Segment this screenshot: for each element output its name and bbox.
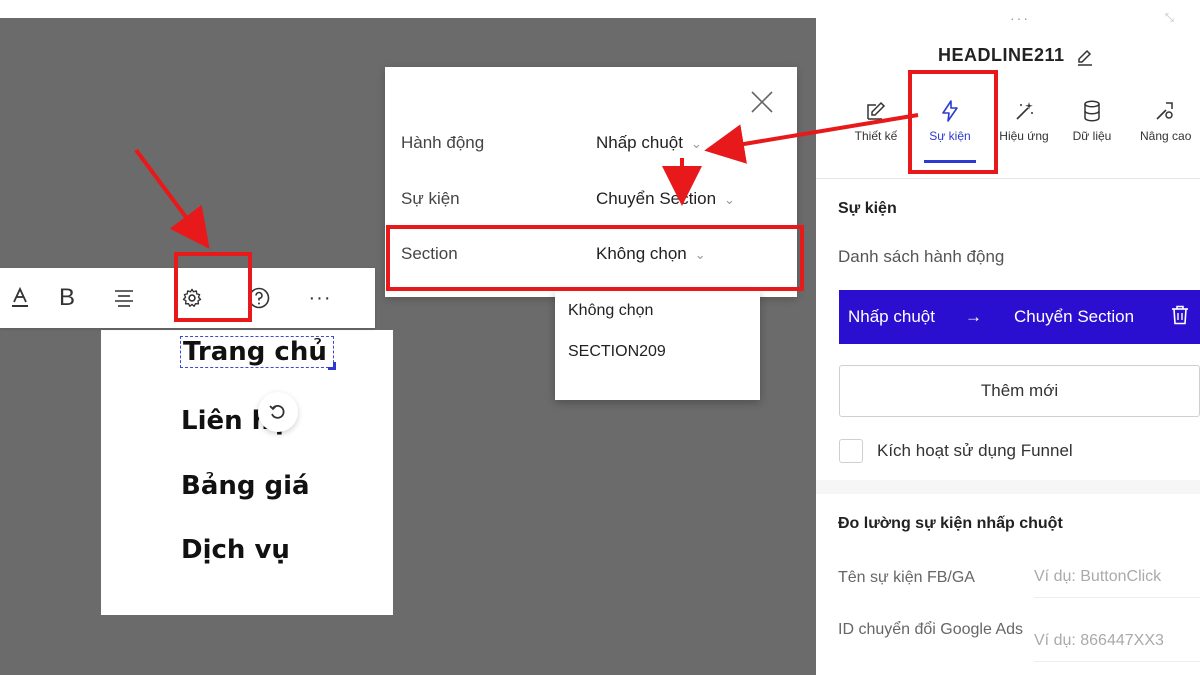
menu-item-label: Trang chủ <box>183 337 327 367</box>
tab-label: Hiệu ứng <box>999 129 1049 143</box>
section-dropdown: Không chọn SECTION209 <box>555 290 760 400</box>
chevron-down-icon: ⌄ <box>694 247 706 262</box>
menu-item-pricing[interactable]: Bảng giá <box>181 471 310 501</box>
more-icon: ··· <box>308 286 332 309</box>
lightning-icon <box>942 100 958 122</box>
delete-action-button[interactable] <box>1171 305 1189 330</box>
events-heading: Sự kiện <box>838 200 897 217</box>
more-button[interactable]: ··· <box>288 268 352 328</box>
funnel-toggle[interactable]: Kích hoạt sử dụng Funnel <box>839 438 1073 464</box>
help-button[interactable] <box>230 268 288 328</box>
collapse-icon[interactable]: ⤡ <box>1165 12 1174 25</box>
tab-label: Thiết kế <box>854 129 898 143</box>
tab-data[interactable]: Dữ liệu <box>1064 93 1120 163</box>
funnel-label: Kích hoạt sử dụng Funnel <box>877 441 1073 460</box>
section-value: Không chọn <box>596 244 687 263</box>
rotate-icon <box>269 404 285 419</box>
funnel-checkbox[interactable] <box>839 439 863 463</box>
menu-item-services[interactable]: Dịch vụ <box>181 535 290 565</box>
tab-advanced[interactable]: Nâng cao <box>1130 93 1200 163</box>
help-icon <box>248 287 270 309</box>
menu-item-home[interactable]: Trang chủ <box>180 336 336 370</box>
dropdown-option[interactable]: SECTION209 <box>568 343 666 361</box>
gear-icon <box>182 288 202 307</box>
pencil-icon <box>1078 49 1092 66</box>
google-ads-id-input[interactable]: Ví dụ: 866447XX3 <box>1034 622 1200 662</box>
add-action-button[interactable]: Thêm mới <box>839 365 1200 417</box>
tab-divider <box>816 178 1200 179</box>
action-list-label: Danh sách hành động <box>838 247 1005 266</box>
arrow-right-icon: → <box>965 307 982 326</box>
fb-ga-event-label: Tên sự kiện FB/GA <box>838 569 975 586</box>
database-icon <box>1084 100 1100 122</box>
tab-effects[interactable]: Hiệu ứng <box>992 93 1056 163</box>
close-button[interactable] <box>749 89 775 115</box>
section-label: Section <box>401 244 458 263</box>
action-select[interactable]: Nhấp chuột ⌄ <box>596 133 702 153</box>
menu-element[interactable]: Trang chủ Liên hệ Bảng giá Dịch vụ <box>101 330 393 615</box>
bold-icon: B <box>58 284 75 311</box>
text-toolbar: B ··· <box>0 268 375 328</box>
action-item[interactable]: Nhấp chuột → Chuyển Section <box>839 290 1200 344</box>
active-tab-indicator <box>924 160 976 163</box>
bold-button[interactable]: B <box>40 268 94 328</box>
event-popup: Hành động Nhấp chuột ⌄ Sự kiện Chuyển Sec… <box>385 67 797 297</box>
text-color-icon <box>12 287 28 307</box>
tab-label: Sự kiện <box>929 129 971 143</box>
event-label: Sự kiện <box>401 189 460 208</box>
event-select[interactable]: Chuyển Section ⌄ <box>596 189 735 209</box>
magic-wand-icon <box>1016 102 1033 120</box>
settings-button[interactable] <box>154 268 230 328</box>
measure-heading: Đo lường sự kiện nhấp chuột <box>838 515 1063 532</box>
action-value: Nhấp chuột <box>596 133 683 152</box>
section-select[interactable]: Không chọn ⌄ <box>596 244 706 264</box>
rotate-handle[interactable] <box>258 392 298 432</box>
tab-events[interactable]: Sự kiện <box>918 93 982 163</box>
drag-handle[interactable]: ··· <box>1010 10 1030 26</box>
tools-icon <box>1156 102 1173 120</box>
event-value: Chuyển Section <box>596 189 717 208</box>
text-color-button[interactable] <box>0 268 40 328</box>
tab-design[interactable]: Thiết kế <box>845 93 907 163</box>
chevron-down-icon: ⌄ <box>724 192 735 207</box>
trash-icon <box>1172 305 1188 325</box>
popup-row-section: Section Không chọn ⌄ <box>401 240 777 270</box>
element-title: HEADLINE211 <box>938 45 1065 65</box>
align-center-icon <box>115 290 133 307</box>
popup-row-event: Sự kiện Chuyển Section ⌄ <box>401 185 777 215</box>
popup-row-action: Hành động Nhấp chuột ⌄ <box>401 129 777 159</box>
edit-title-button[interactable] <box>1076 48 1094 71</box>
fb-ga-event-input[interactable]: Ví dụ: ButtonClick <box>1034 558 1200 598</box>
section-divider <box>816 480 1200 494</box>
pencil-square-icon <box>867 101 886 120</box>
tab-label: Dữ liệu <box>1072 129 1112 143</box>
align-button[interactable] <box>94 268 154 328</box>
dropdown-option[interactable]: Không chọn <box>568 302 653 320</box>
action-item-trigger: Nhấp chuột <box>848 307 935 326</box>
chevron-down-icon: ⌄ <box>690 136 702 151</box>
resize-handle[interactable] <box>327 362 336 370</box>
tab-label: Nâng cao <box>1140 129 1192 143</box>
action-item-target: Chuyển Section <box>1014 307 1135 326</box>
action-label: Hành động <box>401 133 485 152</box>
google-ads-id-label: ID chuyển đổi Google Ads <box>838 621 1024 638</box>
close-icon <box>751 91 773 113</box>
